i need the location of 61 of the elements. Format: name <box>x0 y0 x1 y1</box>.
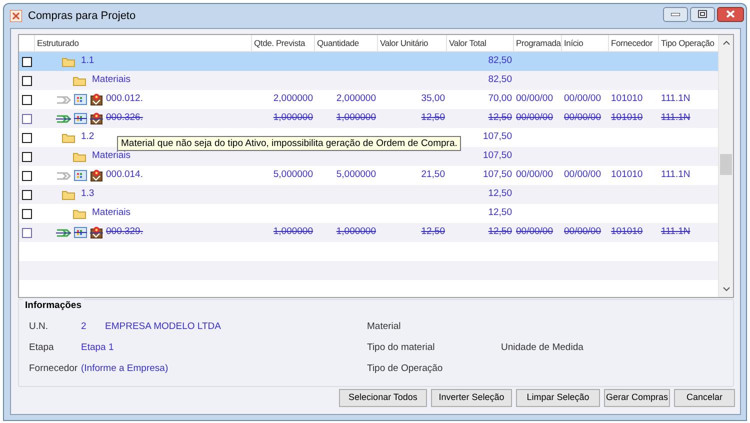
item-code: 000.329. <box>106 225 143 240</box>
folder-label: Materiais <box>92 149 131 164</box>
field-value: Etapa 1 <box>81 341 114 355</box>
table-cell: 111.1N <box>661 93 690 104</box>
table-cell: 12,50 <box>488 112 512 124</box>
table-cell: 1,000000 <box>273 226 313 238</box>
table-cell: 12,50 <box>488 188 512 200</box>
table-cell: 111.1N <box>661 169 690 180</box>
table-cell: 2,000000 <box>336 93 376 104</box>
table-cell: 1,000000 <box>336 112 376 124</box>
table-cell: 21,50 <box>421 169 445 180</box>
table-cell: 00/00/00 <box>564 169 601 180</box>
table-cell: 111.1N <box>661 226 690 238</box>
table-cell: 101010 <box>611 93 643 104</box>
folder-label: 1.2 <box>81 130 94 144</box>
field-label: Tipo de Operação <box>367 362 443 376</box>
table-cell: 00/00/00 <box>516 112 553 124</box>
table-cell: 00/00/00 <box>564 93 601 104</box>
table-cell: 00/00/00 <box>564 112 601 124</box>
table-cell: 5,000000 <box>273 169 313 180</box>
tooltip: Material que não seja do tipo Ativo, impossibilita geração de Ordem de Compra. <box>117 136 462 151</box>
folder-label: 1.3 <box>81 187 94 202</box>
table-cell: 1,000000 <box>336 226 376 238</box>
field-label: Unidade de Medida <box>501 341 584 355</box>
field-value: EMPRESA MODELO LTDA <box>105 320 221 334</box>
table-cell: 00/00/00 <box>516 169 553 180</box>
table-cell: 00/00/00 <box>516 93 553 104</box>
folder-label: Materiais <box>92 73 131 88</box>
table-cell: 82,50 <box>488 55 512 66</box>
table-cell: 2,000000 <box>273 93 313 104</box>
field-label: Etapa <box>29 341 54 355</box>
table-cell: 35,00 <box>421 93 445 104</box>
field-label: Fornecedor <box>29 362 78 376</box>
item-code: 000.012. <box>106 92 143 106</box>
table-cell: 12,50 <box>421 226 445 238</box>
field-value: (Informe a Empresa) <box>81 362 168 376</box>
table-cell: 107,50 <box>482 169 512 180</box>
field-label: Material <box>367 320 401 334</box>
table-cell: 107,50 <box>482 131 512 142</box>
table-cell: 1,000000 <box>273 112 313 124</box>
table-cell: 82,50 <box>488 74 512 86</box>
table-cell: 5,000000 <box>336 169 376 180</box>
table-cell: 101010 <box>611 169 643 180</box>
table-cell: 12,50 <box>421 112 445 124</box>
field-value: 2 <box>81 320 86 334</box>
table-cell: 12,50 <box>488 207 512 218</box>
folder-label: 1.1 <box>81 54 94 68</box>
item-code: 000.326. <box>106 111 143 126</box>
table-cell: 101010 <box>611 226 643 238</box>
item-code: 000.014. <box>106 168 143 182</box>
table-cell: 107,50 <box>482 150 512 162</box>
table-cell: 12,50 <box>488 226 512 238</box>
table-cell: 70,00 <box>488 93 512 104</box>
window-title: Compras para Projeto <box>28 8 136 24</box>
table-cell: 111.1N <box>661 112 690 124</box>
field-label: U.N. <box>29 320 48 334</box>
table-cell: 00/00/00 <box>516 226 553 238</box>
table-cell: 101010 <box>611 112 643 124</box>
folder-label: Materiais <box>92 206 131 220</box>
table-cell: 00/00/00 <box>564 226 601 238</box>
field-label: Tipo do material <box>367 341 435 355</box>
